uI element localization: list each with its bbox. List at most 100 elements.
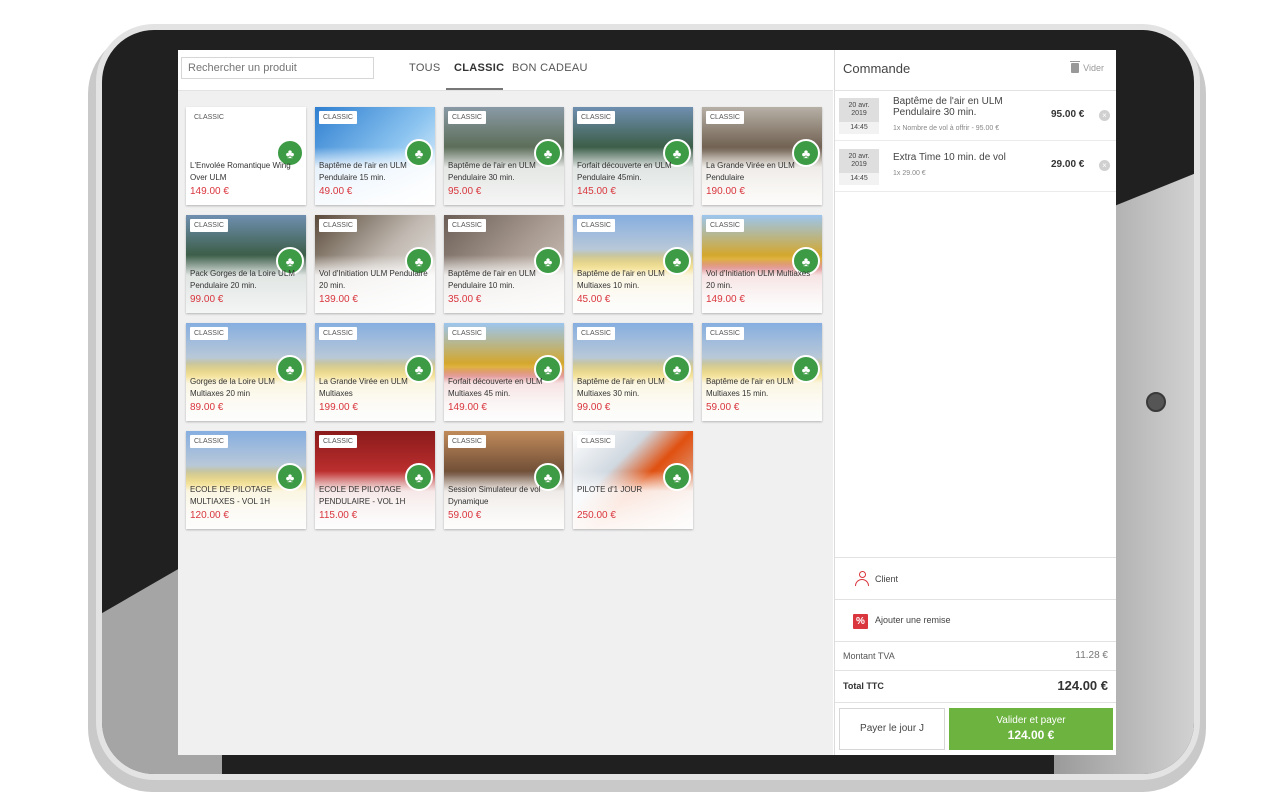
product-name: La Grande Virée en ULM Multiaxes [319,377,408,398]
validate-pay-button[interactable]: Valider et payer 124.00 € [949,708,1113,750]
client-button[interactable]: Client [835,557,1116,600]
product-badge: CLASSIC [577,111,615,124]
order-item-price: 29.00 € [1051,159,1085,170]
product-card[interactable]: CLASSIC ♣ Baptême de l'air en ULM Pendulai… [315,107,435,205]
product-name: La Grande Virée en ULM Pendulaire [706,161,795,182]
product-badge: CLASSIC [577,219,615,232]
product-card[interactable]: CLASSIC ♣ PILOTE d'1 JOUR 250.00 € [573,431,693,529]
product-card[interactable]: CLASSIC ♣ Session Simulateur de vol Dynami… [444,431,564,529]
product-badge: CLASSIC [577,327,615,340]
divider [835,670,1116,671]
date-day: 20 avr. [848,153,870,160]
close-circle-icon[interactable]: × [1099,160,1110,171]
product-card[interactable]: CLASSIC ♣ Baptême de l'air en ULM Pendulai… [444,107,564,205]
product-name: Session Simulateur de vol Dynamique [448,485,541,506]
product-price: 199.00 € [319,402,358,413]
product-card[interactable]: CLASSIC ♣ Baptême de l'air en ULM Pendulai… [444,215,564,313]
total-label: Total TTC [843,681,884,691]
product-card[interactable]: CLASSIC ♣ Baptême de l'air en ULM Multiaxe… [702,323,822,421]
product-badge: CLASSIC [319,111,357,124]
product-card[interactable]: CLASSIC ♣ Vol d'Initiation ULM Multiaxes 2… [702,215,822,313]
pay-later-button[interactable]: Payer le jour J [839,708,945,750]
product-price: 99.00 € [190,294,224,305]
pos-screen: TOUS CLASSIC BON CADEAU CLASSIC♣L'Envolé… [178,50,1116,755]
product-card[interactable]: CLASSIC ♣ Pack Gorges de la Loire ULM Pend… [186,215,306,313]
product-price: 139.00 € [319,294,358,305]
client-label: Client [875,574,899,584]
product-badge: CLASSIC [706,219,744,232]
product-name: L'Envolée Romantique Wing Over ULM [190,161,291,182]
product-price: 115.00 € [319,510,358,521]
person-icon [855,571,869,587]
order-item-time: 14:45 [839,122,879,134]
order-item-date: 20 avr. 2019 14:45 [839,98,879,134]
order-item-detail: 1x Nombre de vol à offrir - 95.00 € [893,125,1000,132]
product-card[interactable]: CLASSIC ♣ Forfait découverte en ULM Pendul… [573,107,693,205]
order-item-name: Baptême de l'air en ULM Pendulaire 30 mi… [893,96,1003,118]
product-name: Vol d'Initiation ULM Pendulaire 20 min. [319,269,428,290]
search-input[interactable] [181,57,374,79]
order-title: Commande [843,61,911,76]
product-badge: CLASSIC [319,219,357,232]
product-price: 59.00 € [706,402,740,413]
date-year: 2019 [851,110,867,117]
product-name: ECOLE DE PILOTAGE PENDULAIRE - VOL 1H [319,485,406,506]
product-price: 89.00 € [190,402,224,413]
tab-classic[interactable]: CLASSIC [454,62,504,74]
tab-tous[interactable]: TOUS [409,62,441,74]
clear-order-label: Vider [1083,63,1104,73]
trash-icon [1070,61,1081,73]
product-badge: CLASSIC [448,435,486,448]
home-button [1146,392,1166,412]
product-card[interactable]: CLASSIC ♣ Baptême de l'air en ULM Multiaxe… [573,215,693,313]
percent-icon: % [853,614,868,629]
product-card[interactable]: CLASSIC ♣ ECOLE DE PILOTAGE MULTIAXES - VO… [186,431,306,529]
product-badge: CLASSIC [706,111,744,124]
product-price: 120.00 € [190,510,229,521]
add-discount-button[interactable]: % Ajouter une remise [835,600,1116,642]
order-item-detail: 1x 29.00 € [893,170,926,177]
product-name: Baptême de l'air en ULM Pendulaire 15 mi… [319,161,407,182]
product-badge: CLASSIC [448,219,486,232]
clear-order-button[interactable]: Vider [1070,61,1104,73]
product-name: Baptême de l'air en ULM Pendulaire 30 mi… [448,161,536,182]
product-badge: CLASSIC [319,435,357,448]
product-price: 250.00 € [577,510,616,521]
product-card[interactable]: CLASSIC ♣ L'Envolée Romantique Wing Over U… [186,107,306,205]
product-card[interactable]: CLASSIC ♣ ECOLE DE PILOTAGE PENDULAIRE - V… [315,431,435,529]
product-badge: CLASSIC [190,327,228,340]
product-card[interactable]: CLASSIC ♣ Baptême de l'air en ULM Multiaxe… [573,323,693,421]
product-badge: CLASSIC [190,435,228,448]
product-card[interactable]: CLASSIC ♣ Gorges de la Loire ULM Multiaxes… [186,323,306,421]
tva-value: 11.28 € [1075,650,1108,661]
discount-label: Ajouter une remise [875,615,951,625]
order-item[interactable]: 20 avr. 2019 14:45 Extra Time 10 min. de … [835,142,1116,192]
product-price: 99.00 € [577,402,611,413]
product-name: ECOLE DE PILOTAGE MULTIAXES - VOL 1H [190,485,273,506]
tva-label: Montant TVA [843,651,895,661]
product-price: 145.00 € [577,186,616,197]
product-badge: CLASSIC [190,219,228,232]
order-item-name: Extra Time 10 min. de vol [893,152,1006,163]
product-card[interactable]: CLASSIC ♣ La Grande Virée en ULM Multiaxes… [315,323,435,421]
product-name: Baptême de l'air en ULM Pendulaire 10 mi… [448,269,536,290]
order-panel: Commande Vider 20 avr. 2019 14:45 Baptême… [834,50,1116,755]
product-card[interactable]: CLASSIC ♣ La Grande Virée en ULM Pendulair… [702,107,822,205]
product-price: 149.00 € [190,186,229,197]
product-name: Forfait découverte en ULM Multiaxes 45 m… [448,377,543,398]
product-name: Baptême de l'air en ULM Multiaxes 30 min… [577,377,665,398]
product-name: Gorges de la Loire ULM Multiaxes 20 min [190,377,275,398]
product-badge: CLASSIC [319,327,357,340]
order-item[interactable]: 20 avr. 2019 14:45 Baptême de l'air en UL… [835,91,1116,141]
tab-bon-cadeau[interactable]: BON CADEAU [512,62,588,74]
product-card[interactable]: CLASSIC ♣ Vol d'Initiation ULM Pendulaire … [315,215,435,313]
product-name: Baptême de l'air en ULM Multiaxes 10 min… [577,269,665,290]
product-price: 190.00 € [706,186,745,197]
product-card[interactable]: CLASSIC ♣ Forfait découverte en ULM Multia… [444,323,564,421]
close-circle-icon[interactable]: × [1099,110,1110,121]
product-price: 149.00 € [448,402,487,413]
product-name: Baptême de l'air en ULM Multiaxes 15 min… [706,377,794,398]
product-price: 149.00 € [706,294,745,305]
product-price: 45.00 € [577,294,611,305]
product-catalog: TOUS CLASSIC BON CADEAU CLASSIC♣L'Envolé… [178,50,833,755]
